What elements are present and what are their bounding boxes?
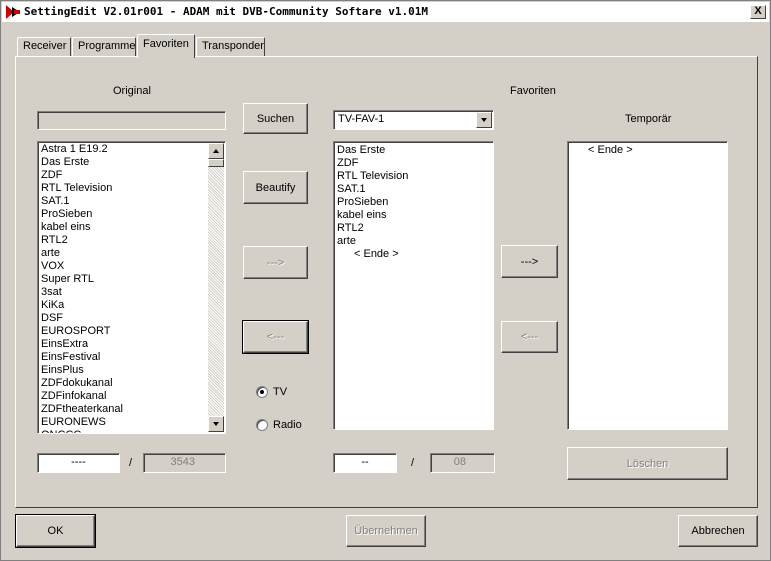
list-item[interactable]: EinsFestival [38,351,207,364]
original-list-items: Astra 1 E19.2 Das Erste ZDF RTL Television S… [38,143,207,433]
list-item[interactable]: ZDFdokukanal [38,377,207,390]
tab-programme[interactable]: Programme [72,37,136,57]
tab-transponder[interactable]: Transponder [196,37,265,57]
original-list-scrollbar[interactable] [208,143,224,432]
list-item[interactable]: EinsPlus [38,364,207,377]
tab-receiver-label: Receiver [23,40,67,52]
tab-favoriten-label: Favoriten [143,38,189,50]
list-item[interactable]: RTL Television [38,182,207,195]
settingedit-window: SettingEdit V2.01r001 - ADAM mit DVB-Com… [0,0,771,561]
list-item[interactable]: Astra 1 E19.2 [38,143,207,156]
list-item[interactable]: kabel eins [38,221,207,234]
list-item[interactable]: Das Erste [38,156,207,169]
tab-transponder-label: Transponder [202,40,264,52]
scroll-down-button[interactable] [208,416,224,432]
list-item[interactable]: DSF [38,312,207,325]
list-item[interactable]: ONCCC [38,429,207,433]
scroll-up-button[interactable] [208,143,224,159]
original-channel-list[interactable]: Astra 1 E19.2 Das Erste ZDF RTL Television S… [37,141,226,434]
list-item[interactable]: SAT.1 [38,195,207,208]
close-icon: X [754,5,762,17]
cancel-button-label: Abbrechen [691,525,745,537]
list-item[interactable]: ProSieben [38,208,207,221]
list-item[interactable]: EURONEWS [38,416,207,429]
list-item[interactable]: arte [38,247,207,260]
arrow-down-icon [213,422,219,426]
list-item[interactable]: KiKa [38,299,207,312]
cancel-button[interactable]: Abbrechen [678,515,758,547]
close-button[interactable]: X [750,5,766,19]
list-item[interactable]: EinsExtra [38,338,207,351]
list-item[interactable]: Super RTL [38,273,207,286]
list-item[interactable]: 3sat [38,286,207,299]
title-bar[interactable]: SettingEdit V2.01r001 - ADAM mit DVB-Com… [2,2,769,22]
list-item[interactable]: RTL2 [38,234,207,247]
tab-receiver[interactable]: Receiver [17,37,71,57]
list-item[interactable]: VOX [38,260,207,273]
list-item[interactable]: ZDFinfokanal [38,390,207,403]
list-item[interactable]: ZDF [38,169,207,182]
app-icon [5,4,21,20]
ok-button[interactable]: OK [15,514,96,548]
ok-button-label: OK [47,525,64,537]
list-item[interactable]: EUROSPORT [38,325,207,338]
tab-favoriten[interactable]: Favoriten [137,34,195,58]
apply-button[interactable]: Übernehmen [346,515,426,547]
arrow-up-icon [213,149,219,153]
apply-button-label: Übernehmen [354,525,418,537]
scroll-thumb[interactable] [208,159,224,167]
tab-programme-label: Programme [78,40,136,52]
list-item[interactable]: ZDFtheaterkanal [38,403,207,416]
window-title: SettingEdit V2.01r001 - ADAM mit DVB-Com… [24,5,428,18]
